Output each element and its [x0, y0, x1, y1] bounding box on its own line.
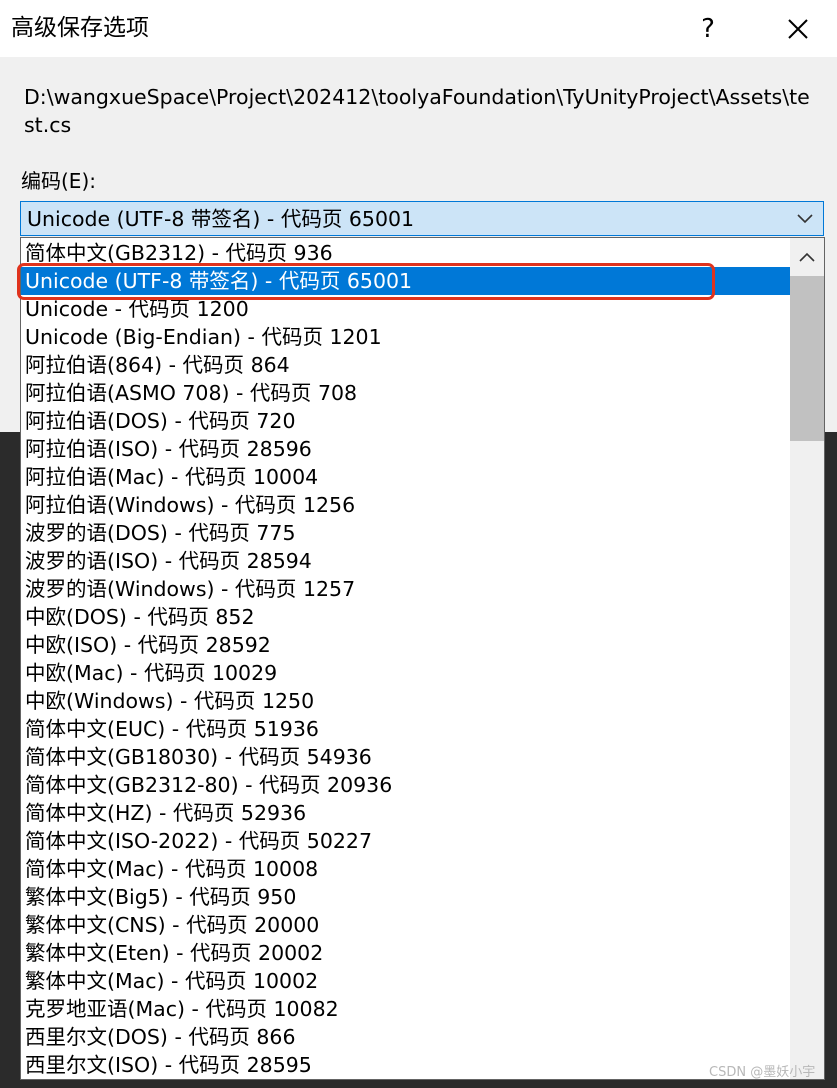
encoding-option[interactable]: 中欧(Mac) - 代码页 10029 [21, 659, 790, 687]
encoding-option[interactable]: 阿拉伯语(Mac) - 代码页 10004 [21, 463, 790, 491]
scrollbar-thumb[interactable] [790, 276, 824, 441]
encoding-option[interactable]: Unicode (Big-Endian) - 代码页 1201 [21, 323, 790, 351]
encoding-option[interactable]: 波罗的语(Windows) - 代码页 1257 [21, 575, 790, 603]
encoding-dropdown-list[interactable]: 简体中文(GB2312) - 代码页 936 Unicode (UTF-8 带签名… [20, 237, 825, 1080]
encoding-option[interactable]: 中欧(DOS) - 代码页 852 [21, 603, 790, 631]
title-bar: 高级保存选项 ? [0, 0, 837, 57]
help-button[interactable]: ? [678, 0, 738, 57]
dialog-title: 高级保存选项 [11, 15, 149, 41]
annotation-highlight-box [17, 263, 715, 300]
encoding-option[interactable]: 简体中文(HZ) - 代码页 52936 [21, 799, 790, 827]
encoding-option[interactable]: 阿拉伯语(DOS) - 代码页 720 [21, 407, 790, 435]
encoding-option[interactable]: 西里尔文(DOS) - 代码页 866 [21, 1023, 790, 1051]
encoding-option[interactable]: 繁体中文(Eten) - 代码页 20002 [21, 939, 790, 967]
encoding-option[interactable]: 中欧(Windows) - 代码页 1250 [21, 687, 790, 715]
close-button[interactable] [768, 0, 828, 57]
encoding-option[interactable]: 阿拉伯语(864) - 代码页 864 [21, 351, 790, 379]
encoding-option[interactable]: 阿拉伯语(ISO) - 代码页 28596 [21, 435, 790, 463]
encoding-option[interactable]: 波罗的语(DOS) - 代码页 775 [21, 519, 790, 547]
chevron-down-icon[interactable] [793, 204, 817, 234]
encoding-label: 编码(E): [21, 169, 96, 193]
encoding-option[interactable]: 克罗地亚语(Mac) - 代码页 10082 [21, 995, 790, 1023]
encoding-option[interactable]: 简体中文(ISO-2022) - 代码页 50227 [21, 827, 790, 855]
encoding-option[interactable]: 简体中文(GB2312-80) - 代码页 20936 [21, 771, 790, 799]
close-icon [788, 18, 808, 39]
encoding-option[interactable]: 简体中文(GB18030) - 代码页 54936 [21, 743, 790, 771]
encoding-option[interactable]: 阿拉伯语(ASMO 708) - 代码页 708 [21, 379, 790, 407]
encoding-combobox[interactable]: Unicode (UTF-8 带签名) - 代码页 65001 [20, 201, 824, 236]
watermark: CSDN @墨妖小宇 [709, 1065, 816, 1080]
encoding-option[interactable]: 繁体中文(Big5) - 代码页 950 [21, 883, 790, 911]
file-path: D:\wangxueSpace\Project\202412\toolyaFou… [24, 85, 810, 137]
encoding-option[interactable]: 阿拉伯语(Windows) - 代码页 1256 [21, 491, 790, 519]
chevron-up-icon[interactable] [790, 238, 824, 276]
encoding-option[interactable]: 简体中文(EUC) - 代码页 51936 [21, 715, 790, 743]
encoding-selected-value: Unicode (UTF-8 带签名) - 代码页 65001 [27, 207, 415, 231]
vertical-scrollbar[interactable] [790, 238, 824, 1079]
encoding-option[interactable]: 中欧(ISO) - 代码页 28592 [21, 631, 790, 659]
encoding-option[interactable]: 简体中文(Mac) - 代码页 10008 [21, 855, 790, 883]
encoding-option[interactable]: 西里尔文(ISO) - 代码页 28595 [21, 1051, 790, 1079]
encoding-option[interactable]: 波罗的语(ISO) - 代码页 28594 [21, 547, 790, 575]
encoding-option[interactable]: 繁体中文(Mac) - 代码页 10002 [21, 967, 790, 995]
encoding-options: 简体中文(GB2312) - 代码页 936 Unicode (UTF-8 带签名… [21, 239, 790, 1079]
encoding-option[interactable]: 繁体中文(CNS) - 代码页 20000 [21, 911, 790, 939]
